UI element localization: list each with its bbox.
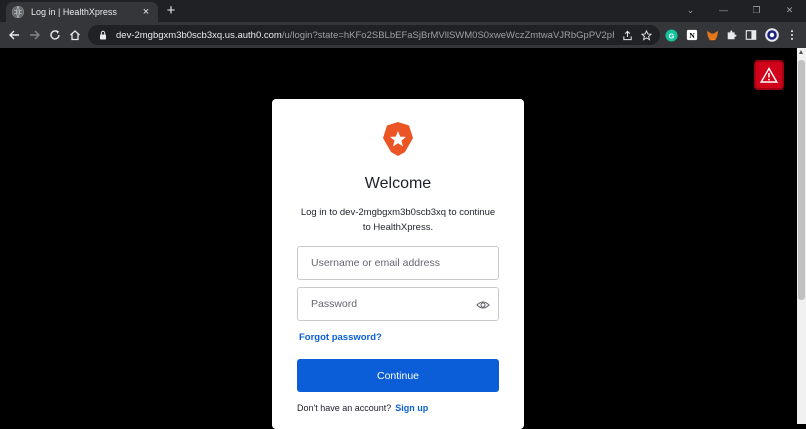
minimize-button[interactable]: — bbox=[707, 0, 740, 20]
url-path: /u/login?state=hKFo2SBLbEFaSjBrMVllSWM0S… bbox=[281, 29, 614, 41]
url-text[interactable]: dev-2mgbgxm3b0scb3xq.us.auth0.com/u/logi… bbox=[116, 30, 614, 41]
forgot-password-link[interactable]: Forgot password? bbox=[299, 332, 382, 343]
forward-button[interactable] bbox=[26, 26, 44, 44]
password-field[interactable] bbox=[297, 287, 499, 321]
side-panel-icon[interactable] bbox=[744, 28, 758, 42]
signup-prompt: Don't have an account? bbox=[297, 403, 392, 413]
notion-extension-icon[interactable]: N bbox=[685, 28, 699, 42]
arrow-right-icon bbox=[30, 30, 40, 40]
tab-title: Log in | HealthXpress bbox=[31, 7, 117, 17]
bookmark-star-icon[interactable] bbox=[641, 29, 652, 41]
profile-avatar-icon[interactable] bbox=[765, 28, 779, 42]
username-field[interactable] bbox=[297, 246, 499, 280]
tab-strip: Log in | HealthXpress × + ⌄ — ❐ ✕ bbox=[0, 0, 806, 22]
lock-icon[interactable] bbox=[98, 30, 108, 40]
page-scrollbar[interactable] bbox=[797, 48, 806, 424]
share-icon[interactable] bbox=[622, 30, 633, 41]
tab-search-button[interactable]: ⌄ bbox=[674, 0, 707, 20]
browser-toolbar: dev-2mgbgxm3b0scb3xq.us.auth0.com/u/logi… bbox=[0, 22, 806, 48]
password-input[interactable] bbox=[311, 298, 471, 310]
warning-icon bbox=[760, 67, 778, 83]
svg-text:N: N bbox=[689, 31, 695, 40]
address-bar[interactable]: dev-2mgbgxm3b0scb3xq.us.auth0.com/u/logi… bbox=[88, 25, 660, 45]
tab-close-icon[interactable]: × bbox=[140, 6, 152, 18]
continue-button[interactable]: Continue bbox=[297, 359, 499, 392]
extensions-puzzle-icon[interactable] bbox=[725, 28, 739, 42]
scroll-up-arrow-icon[interactable] bbox=[799, 50, 803, 54]
reload-button[interactable] bbox=[46, 26, 64, 44]
metamask-extension-icon[interactable] bbox=[705, 28, 719, 42]
page-viewport: Welcome Log in to dev-2mgbgxm3b0scb3xq t… bbox=[0, 48, 797, 429]
show-password-eye-icon[interactable] bbox=[476, 298, 490, 312]
reload-icon bbox=[50, 30, 60, 40]
alert-warning-button[interactable] bbox=[754, 60, 784, 90]
login-card: Welcome Log in to dev-2mgbgxm3b0scb3xq t… bbox=[272, 99, 524, 429]
auth0-logo-icon bbox=[383, 122, 413, 156]
window-controls: ⌄ — ❐ ✕ bbox=[674, 0, 806, 20]
arrow-left-icon bbox=[9, 30, 19, 40]
signup-row: Don't have an account? Sign up bbox=[297, 403, 428, 413]
maximize-button[interactable]: ❐ bbox=[740, 0, 773, 20]
new-tab-button[interactable]: + bbox=[163, 2, 179, 20]
home-icon bbox=[70, 30, 80, 41]
username-input[interactable] bbox=[311, 257, 471, 269]
svg-text:G: G bbox=[668, 31, 674, 40]
signup-link[interactable]: Sign up bbox=[395, 403, 428, 413]
globe-icon bbox=[12, 6, 24, 18]
url-host: dev-2mgbgxm3b0scb3xq.us.auth0.com bbox=[116, 29, 282, 41]
browser-menu-icon[interactable] bbox=[785, 28, 799, 42]
back-button[interactable] bbox=[5, 26, 23, 44]
browser-tab[interactable]: Log in | HealthXpress × bbox=[6, 2, 158, 22]
grammarly-extension-icon[interactable]: G bbox=[664, 28, 678, 42]
home-button[interactable] bbox=[66, 26, 84, 44]
close-window-button[interactable]: ✕ bbox=[773, 0, 806, 20]
page-title: Welcome bbox=[364, 175, 432, 192]
login-subtitle: Log in to dev-2mgbgxm3b0scb3xq to contin… bbox=[300, 207, 496, 233]
scrollbar-thumb[interactable] bbox=[798, 60, 805, 300]
